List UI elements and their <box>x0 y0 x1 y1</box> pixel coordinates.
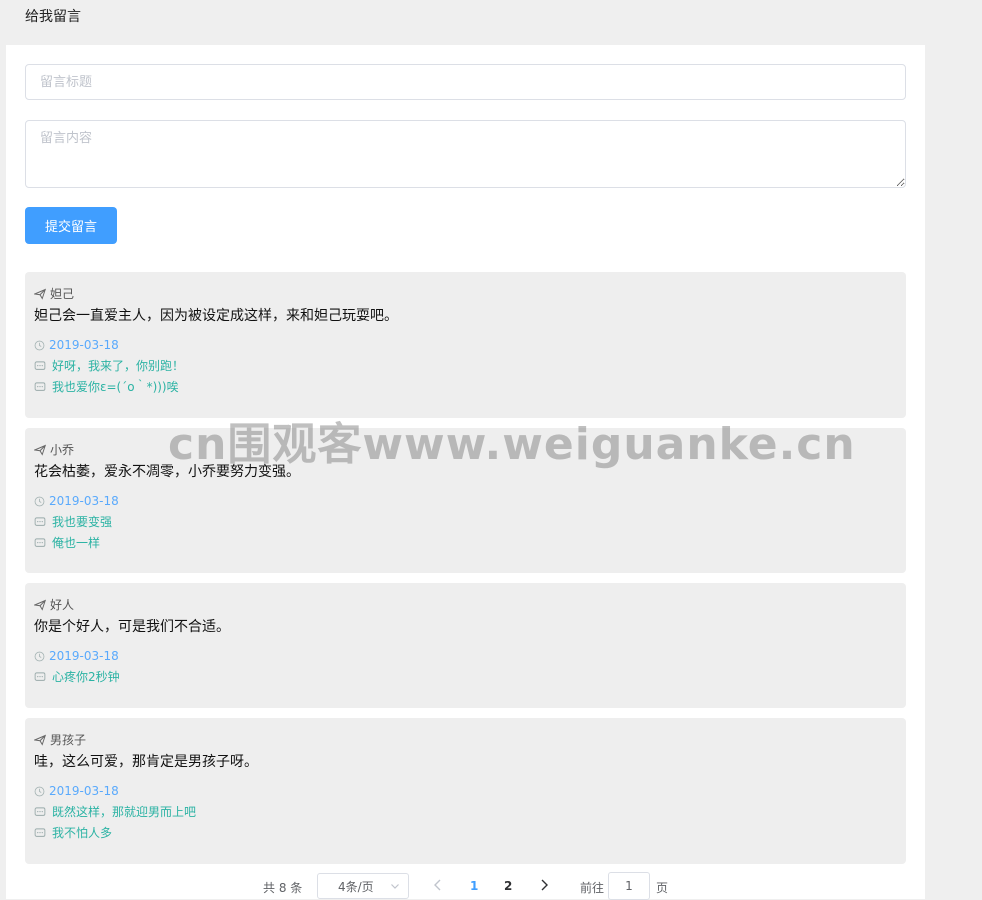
message-title-input[interactable] <box>25 64 906 100</box>
paper-plane-icon <box>34 444 46 456</box>
reply-item: 我不怕人多 <box>34 825 897 841</box>
message-author-row: 小乔 <box>34 442 897 458</box>
message-content-textarea[interactable] <box>25 120 906 188</box>
reply-list: 我也要变强 俺也一样 <box>34 514 897 551</box>
comment-icon <box>34 672 46 681</box>
message-date: 2019-03-18 <box>49 649 119 663</box>
message-date-row: 2019-03-18 <box>34 783 897 799</box>
reply-text: 心疼你2秒钟 <box>52 670 120 684</box>
page-number-2[interactable]: 2 <box>504 879 512 893</box>
message-card: 好人 你是个好人，可是我们不合适。 2019-03-18 心疼你2秒钟 <box>25 583 906 708</box>
next-page-icon[interactable] <box>538 878 550 892</box>
message-panel: 提交留言 妲己 妲己会一直爱主人，因为被设定成这样，来和妲己玩耍吧。 2019-… <box>6 45 925 900</box>
comment-icon <box>34 807 46 816</box>
reply-list: 既然这样，那就迎男而上吧 我不怕人多 <box>34 804 897 841</box>
prev-page-icon[interactable] <box>432 878 444 892</box>
clock-icon <box>34 651 45 661</box>
message-author: 好人 <box>50 598 75 612</box>
clock-icon <box>34 496 45 506</box>
reply-list: 好呀，我来了，你别跑！ 我也爱你ε=(´ο｀*)))唉 <box>34 358 897 395</box>
paper-plane-icon <box>34 734 46 746</box>
reply-text: 俺也一样 <box>52 536 101 550</box>
page-suffix-label: 页 <box>656 881 669 895</box>
message-content: 你是个好人，可是我们不合适。 <box>34 619 230 635</box>
reply-item: 心疼你2秒钟 <box>34 669 897 685</box>
message-author-row: 妲己 <box>34 286 897 302</box>
chevron-down-icon <box>391 884 399 889</box>
message-list: 妲己 妲己会一直爱主人，因为被设定成这样，来和妲己玩耍吧。 2019-03-18… <box>25 272 906 874</box>
clock-icon <box>34 786 45 796</box>
paper-plane-icon <box>34 599 46 611</box>
reply-text: 我也爱你ε=(´ο｀*)))唉 <box>52 380 179 394</box>
pagination: 共 8 条 4条/页 1 2 前往 页 <box>6 872 925 900</box>
clock-icon <box>34 340 45 350</box>
submit-message-button[interactable]: 提交留言 <box>25 207 117 244</box>
message-author: 妲己 <box>50 287 75 301</box>
page-title: 给我留言 <box>25 9 81 25</box>
message-card: 妲己 妲己会一直爱主人，因为被设定成这样，来和妲己玩耍吧。 2019-03-18… <box>25 272 906 418</box>
reply-item: 好呀，我来了，你别跑！ <box>34 358 897 374</box>
reply-item: 俺也一样 <box>34 535 897 551</box>
message-date: 2019-03-18 <box>49 784 119 798</box>
reply-text: 好呀，我来了，你别跑！ <box>52 359 185 373</box>
goto-label: 前往 <box>580 881 605 895</box>
pagination-total: 共 8 条 <box>263 881 303 895</box>
goto-page-input[interactable] <box>608 872 650 900</box>
message-content: 花会枯萎，爱永不凋零，小乔要努力变强。 <box>34 464 300 480</box>
message-content: 哇，这么可爱，那肯定是男孩子呀。 <box>34 754 258 770</box>
message-card: 小乔 花会枯萎，爱永不凋零，小乔要努力变强。 2019-03-18 我也要变强 … <box>25 428 906 573</box>
message-card: 男孩子 哇，这么可爱，那肯定是男孩子呀。 2019-03-18 既然这样，那就迎… <box>25 718 906 864</box>
comment-icon <box>34 517 46 526</box>
message-date-row: 2019-03-18 <box>34 648 897 664</box>
page-number-1[interactable]: 1 <box>470 879 478 893</box>
message-date-row: 2019-03-18 <box>34 337 897 353</box>
message-author: 小乔 <box>50 443 75 457</box>
comment-icon <box>34 828 46 837</box>
reply-text: 既然这样，那就迎男而上吧 <box>52 805 197 819</box>
reply-item: 我也爱你ε=(´ο｀*)))唉 <box>34 379 897 395</box>
reply-text: 我不怕人多 <box>52 826 113 840</box>
reply-text: 我也要变强 <box>52 515 113 529</box>
reply-item: 我也要变强 <box>34 514 897 530</box>
message-author: 男孩子 <box>50 733 87 747</box>
reply-list: 心疼你2秒钟 <box>34 669 897 685</box>
page-size-select[interactable]: 4条/页 <box>317 873 409 899</box>
message-date: 2019-03-18 <box>49 338 119 352</box>
message-date-row: 2019-03-18 <box>34 493 897 509</box>
message-author-row: 男孩子 <box>34 732 897 748</box>
message-content: 妲己会一直爱主人，因为被设定成这样，来和妲己玩耍吧。 <box>34 308 398 324</box>
comment-icon <box>34 538 46 547</box>
paper-plane-icon <box>34 288 46 300</box>
reply-item: 既然这样，那就迎男而上吧 <box>34 804 897 820</box>
message-author-row: 好人 <box>34 597 897 613</box>
comment-icon <box>34 361 46 370</box>
page-size-value: 4条/页 <box>338 879 374 894</box>
message-date: 2019-03-18 <box>49 494 119 508</box>
comment-icon <box>34 382 46 391</box>
